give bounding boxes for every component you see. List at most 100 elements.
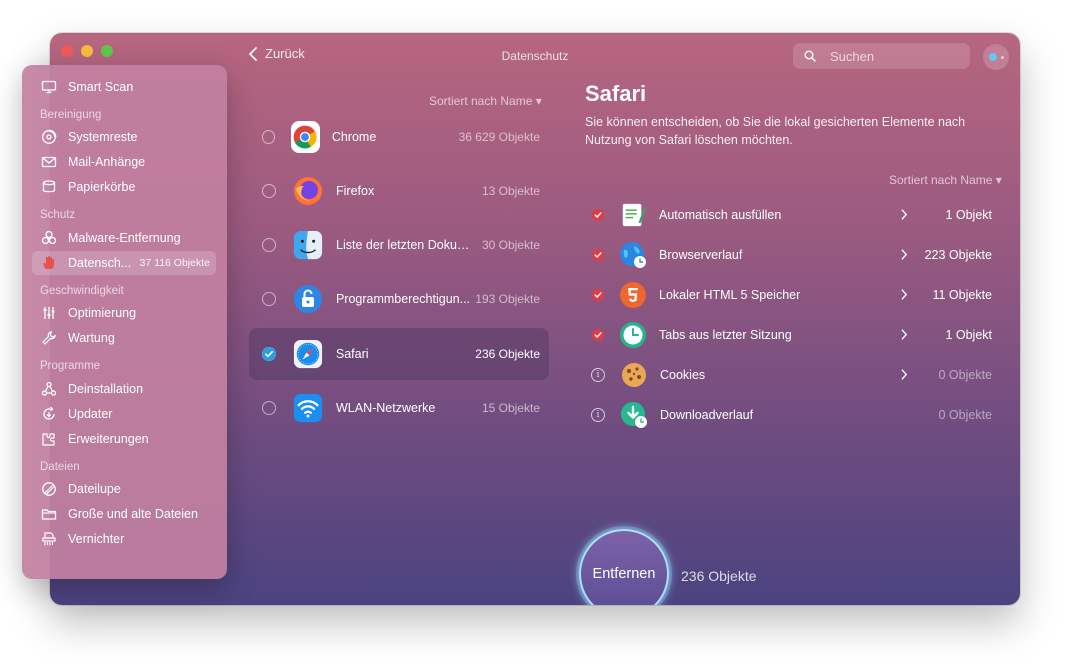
sidebar-item-shredder[interactable]: Vernichter	[32, 527, 216, 551]
info-icon[interactable]: i	[591, 408, 605, 422]
check-icon	[594, 252, 602, 258]
detail-row-last-session-tabs[interactable]: Tabs aus letzter Sitzung 1 Objekt	[587, 317, 997, 353]
permissions-lock-icon	[292, 283, 324, 315]
shredder-icon	[40, 530, 58, 548]
sidebar-item-space-lens[interactable]: Dateilupe	[32, 477, 216, 501]
sidebar-item-mail-attachments[interactable]: Mail-Anhänge	[32, 150, 216, 174]
app-radio[interactable]	[262, 401, 276, 415]
sidebar-item-label: Systemreste	[68, 130, 138, 144]
extension-icon	[40, 430, 58, 448]
sidebar-item-label: Mail-Anhänge	[68, 155, 146, 169]
envelope-icon	[40, 153, 58, 171]
item-count: 11 Objekte	[932, 288, 992, 302]
app-name: Firefox	[336, 184, 375, 198]
detail-row-autofill[interactable]: Automatisch ausfüllen 1 Objekt	[587, 197, 997, 233]
app-row-safari[interactable]: Safari 236 Objekte	[249, 328, 549, 380]
item-checkbox-checked[interactable]	[592, 209, 604, 221]
app-name: Safari	[335, 347, 369, 361]
app-radio[interactable]	[262, 238, 276, 252]
sidebar-item-label: Deinstallation	[68, 382, 144, 396]
sidebar-item-label: Große und alte Dateien	[68, 507, 198, 521]
disc-icon	[40, 128, 58, 146]
app-row-recent-documents[interactable]: Liste der letzten Dokum... 30 Objekte	[249, 219, 549, 271]
sidebar-section-applications: Programme	[40, 360, 101, 372]
folder-icon	[40, 505, 58, 523]
html5-icon	[619, 281, 647, 309]
nodes-icon	[40, 380, 58, 398]
chevron-right-icon[interactable]	[901, 209, 908, 220]
app-radio[interactable]	[262, 184, 276, 198]
info-icon[interactable]: i	[591, 368, 605, 382]
remove-button[interactable]: Entfernen	[579, 529, 669, 605]
check-icon	[262, 347, 276, 361]
item-count: 0 Objekte	[938, 368, 992, 382]
app-name: WLAN-Netzwerke	[336, 401, 436, 415]
sidebar-item-updater[interactable]: Updater	[32, 402, 216, 426]
item-checkbox-checked[interactable]	[592, 289, 604, 301]
search-input[interactable]	[828, 47, 962, 65]
update-icon	[40, 405, 58, 423]
sidebar-item-label: Datensch...	[68, 256, 132, 270]
download-icon	[620, 401, 648, 429]
app-count: 30 Objekte	[481, 238, 540, 252]
sidebar-item-label: Updater	[68, 407, 113, 421]
chevron-right-icon[interactable]	[901, 369, 908, 380]
sidebar-item-uninstaller[interactable]: Deinstallation	[32, 377, 216, 401]
wifi-icon	[292, 392, 324, 424]
app-count: 193 Objekte	[475, 292, 540, 306]
search-box[interactable]	[793, 43, 970, 69]
app-row-chrome[interactable]: Chrome 36 629 Objekte	[249, 111, 549, 163]
sidebar-section-files: Dateien	[40, 461, 80, 473]
app-radio[interactable]	[262, 130, 275, 144]
sidebar: Smart Scan Bereinigung Systemreste Mail-…	[22, 65, 227, 579]
sidebar-item-optimization[interactable]: Optimierung	[32, 301, 216, 325]
item-count: 1 Objekt	[945, 208, 992, 222]
app-radio-checked[interactable]	[262, 347, 276, 361]
detail-row-browser-history[interactable]: Browserverlauf 223 Objekte	[587, 237, 997, 273]
item-label: Cookies	[660, 368, 706, 382]
autofill-icon	[619, 201, 647, 229]
item-label: Lokaler HTML 5 Speicher	[659, 288, 801, 302]
item-checkbox-checked[interactable]	[592, 249, 604, 261]
app-count: 15 Objekte	[481, 401, 540, 415]
globe-clock-icon	[619, 241, 647, 269]
item-label: Automatisch ausfüllen	[659, 208, 782, 222]
sliders-icon	[40, 304, 58, 322]
sidebar-item-maintenance[interactable]: Wartung	[32, 326, 216, 350]
clock-icon	[619, 321, 647, 349]
check-icon	[594, 332, 602, 338]
app-name: Liste der letzten Dokum...	[336, 238, 476, 252]
item-label: Tabs aus letzter Sitzung	[659, 328, 792, 342]
app-row-wifi-networks[interactable]: WLAN-Netzwerke 15 Objekte	[249, 382, 549, 434]
item-checkbox-checked[interactable]	[592, 329, 604, 341]
chevron-right-icon[interactable]	[901, 329, 908, 340]
app-list-sort[interactable]: Sortiert nach Name ▾	[429, 94, 542, 108]
firefox-icon	[292, 175, 324, 207]
sidebar-item-label: Wartung	[68, 331, 115, 345]
sidebar-item-label: Smart Scan	[68, 80, 134, 94]
chevron-right-icon[interactable]	[901, 249, 908, 260]
finder-icon	[292, 229, 324, 261]
detail-row-cookies[interactable]: i Cookies 0 Objekte	[587, 357, 997, 393]
item-count: 1 Objekt	[945, 328, 992, 342]
search-icon	[804, 50, 816, 62]
app-row-firefox[interactable]: Firefox 13 Objekte	[249, 165, 549, 217]
status-dot-icon	[988, 53, 997, 61]
sidebar-item-malware-removal[interactable]: Malware-Entfernung	[32, 226, 216, 250]
detail-row-html5-storage[interactable]: Lokaler HTML 5 Speicher 11 Objekte	[587, 277, 997, 313]
detail-sort[interactable]: Sortiert nach Name ▾	[889, 173, 1002, 187]
app-row-app-permissions[interactable]: Programmberechtigun... 193 Objekte	[249, 273, 549, 325]
sidebar-item-extensions[interactable]: Erweiterungen	[32, 427, 216, 451]
check-icon	[594, 292, 602, 298]
sidebar-item-system-junk[interactable]: Systemreste	[32, 125, 216, 149]
app-radio[interactable]	[262, 292, 276, 306]
sidebar-item-large-old-files[interactable]: Große und alte Dateien	[32, 502, 216, 526]
sidebar-item-trash-bins[interactable]: Papierkörbe	[32, 175, 216, 199]
trash-icon	[40, 178, 58, 196]
sidebar-item-smart-scan[interactable]: Smart Scan	[32, 75, 216, 99]
chevron-right-icon[interactable]	[901, 289, 908, 300]
detail-row-download-history[interactable]: i Downloadverlauf 0 Objekte	[587, 397, 997, 433]
dot-icon	[1000, 55, 1004, 59]
sidebar-item-privacy[interactable]: Datensch... 37 116 Objekte	[32, 251, 216, 275]
assistant-button[interactable]	[983, 44, 1009, 70]
